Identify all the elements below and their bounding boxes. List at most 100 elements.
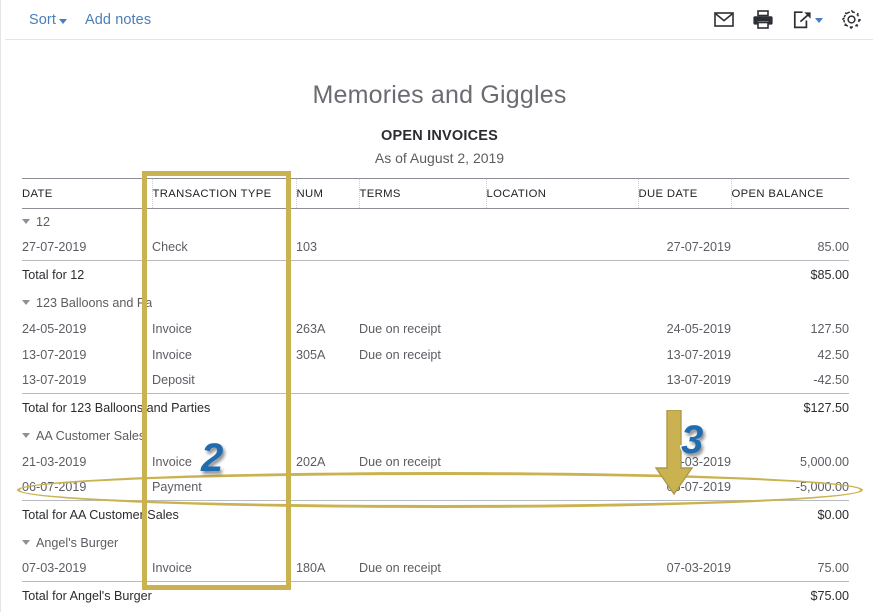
cell-date: 24-05-2019 [22, 316, 152, 342]
table-row[interactable]: 13-07-2019Deposit13-07-2019-42.50 [22, 368, 849, 394]
chevron-down-icon [815, 18, 823, 23]
group-row-filler [152, 209, 849, 235]
group-header-row[interactable]: 12 [22, 209, 849, 235]
sort-button[interactable]: Sort [29, 12, 67, 28]
group-total-row: Total for 123 Balloons and Parties$127.5… [22, 394, 849, 423]
cell-location [486, 556, 638, 582]
toolbar-left-group: Sort Add notes [29, 12, 151, 28]
cell-transaction-type[interactable]: Check [152, 235, 296, 261]
chevron-down-icon [59, 19, 67, 24]
table-header-row: DATE TRANSACTION TYPE NUM TERMS LOCATION… [22, 179, 849, 209]
cell-date: 07-03-2019 [22, 556, 152, 582]
group-header-row[interactable]: AA Customer Sales [22, 423, 849, 449]
cell-terms: Due on receipt [359, 342, 486, 368]
email-icon[interactable] [713, 9, 735, 31]
column-header-num[interactable]: NUM [296, 179, 359, 209]
expand-collapse-triangle-icon[interactable] [22, 433, 30, 438]
column-header-open-balance[interactable]: OPEN BALANCE [731, 179, 849, 209]
group-row-filler [152, 423, 849, 449]
group-row-filler [152, 290, 849, 316]
table-row[interactable]: 21-03-2019Invoice202ADue on receipt21-03… [22, 449, 849, 475]
total-amount: $0.00 [731, 501, 849, 530]
report-title: OPEN INVOICES [5, 128, 873, 144]
cell-num[interactable]: 103 [296, 235, 359, 261]
column-header-date[interactable]: DATE [22, 179, 152, 209]
cell-transaction-type[interactable]: Invoice [152, 316, 296, 342]
cell-terms: Due on receipt [359, 556, 486, 582]
cell-due-date: 07-03-2019 [638, 556, 731, 582]
total-amount: $85.00 [731, 261, 849, 290]
group-label: 123 Balloons and Parties [36, 296, 152, 310]
expand-collapse-triangle-icon[interactable] [22, 300, 30, 305]
group-label-cell: 12 [22, 209, 152, 235]
cell-num[interactable]: 180A [296, 556, 359, 582]
toolbar-right-group [713, 9, 862, 31]
cell-transaction-type[interactable]: Deposit [152, 368, 296, 394]
gear-icon[interactable] [840, 9, 862, 31]
cell-transaction-type[interactable]: Invoice [152, 449, 296, 475]
cell-location [486, 449, 638, 475]
group-label-cell: AA Customer Sales [22, 423, 152, 449]
cell-num[interactable]: 202A [296, 449, 359, 475]
cell-location [486, 316, 638, 342]
cell-date: 06-07-2019 [22, 475, 152, 501]
cell-due-date: 06-07-2019 [638, 475, 731, 501]
expand-collapse-triangle-icon[interactable] [22, 540, 30, 545]
export-button[interactable] [791, 9, 823, 31]
cell-date: 27-07-2019 [22, 235, 152, 261]
group-row-filler [152, 530, 849, 556]
group-total-row: Total for 12$85.00 [22, 261, 849, 290]
cell-date: 13-07-2019 [22, 342, 152, 368]
cell-transaction-type[interactable]: Payment [152, 475, 296, 501]
table-row[interactable]: 06-07-2019Payment06-07-2019-5,000.00 [22, 475, 849, 501]
cell-location [486, 368, 638, 394]
group-label-cell: 123 Balloons and Parties [22, 290, 152, 316]
report-toolbar: Sort Add notes [5, 0, 873, 40]
cell-num[interactable]: 263A [296, 316, 359, 342]
cell-open-balance: 42.50 [731, 342, 849, 368]
total-label: Total for 123 Balloons and Parties [22, 394, 731, 423]
table-row[interactable]: 27-07-2019Check10327-07-201985.00 [22, 235, 849, 261]
table-row[interactable]: 24-05-2019Invoice263ADue on receipt24-05… [22, 316, 849, 342]
cell-due-date: 27-07-2019 [638, 235, 731, 261]
printer-icon[interactable] [752, 9, 774, 31]
column-header-location[interactable]: LOCATION [486, 179, 638, 209]
table-row[interactable]: 07-03-2019Invoice180ADue on receipt07-03… [22, 556, 849, 582]
cell-open-balance: 75.00 [731, 556, 849, 582]
total-amount: $75.00 [731, 582, 849, 611]
cell-transaction-type[interactable]: Invoice [152, 342, 296, 368]
column-header-terms[interactable]: TERMS [359, 179, 486, 209]
report-subtitle: As of August 2, 2019 [5, 150, 873, 166]
cell-terms: Due on receipt [359, 316, 486, 342]
group-total-row: Total for AA Customer Sales$0.00 [22, 501, 849, 530]
open-invoices-table: DATE TRANSACTION TYPE NUM TERMS LOCATION… [22, 178, 849, 611]
cell-transaction-type[interactable]: Invoice [152, 556, 296, 582]
group-label-cell: Angel's Burger [22, 530, 152, 556]
cell-open-balance: -5,000.00 [731, 475, 849, 501]
report-window: Sort Add notes [0, 0, 873, 612]
column-header-due-date[interactable]: DUE DATE [638, 179, 731, 209]
table-header: DATE TRANSACTION TYPE NUM TERMS LOCATION… [22, 179, 849, 209]
cell-due-date: 24-05-2019 [638, 316, 731, 342]
report-header: Memories and Giggles OPEN INVOICES As of… [5, 40, 873, 166]
group-total-row: Total for Angel's Burger$75.00 [22, 582, 849, 611]
column-header-transaction-type[interactable]: TRANSACTION TYPE [152, 179, 296, 209]
total-label: Total for 12 [22, 261, 731, 290]
expand-collapse-triangle-icon[interactable] [22, 219, 30, 224]
cell-num[interactable]: 305A [296, 342, 359, 368]
cell-num[interactable] [296, 368, 359, 394]
cell-due-date: 21-03-2019 [638, 449, 731, 475]
cell-terms: Due on receipt [359, 449, 486, 475]
add-notes-button[interactable]: Add notes [85, 12, 151, 28]
cell-num[interactable] [296, 475, 359, 501]
group-header-row[interactable]: 123 Balloons and Parties [22, 290, 849, 316]
cell-location [486, 235, 638, 261]
total-label: Total for AA Customer Sales [22, 501, 731, 530]
cell-open-balance: 85.00 [731, 235, 849, 261]
table-row[interactable]: 13-07-2019Invoice305ADue on receipt13-07… [22, 342, 849, 368]
cell-terms [359, 368, 486, 394]
company-name: Memories and Giggles [5, 80, 873, 110]
group-header-row[interactable]: Angel's Burger [22, 530, 849, 556]
export-icon [791, 9, 813, 31]
cell-open-balance: 5,000.00 [731, 449, 849, 475]
